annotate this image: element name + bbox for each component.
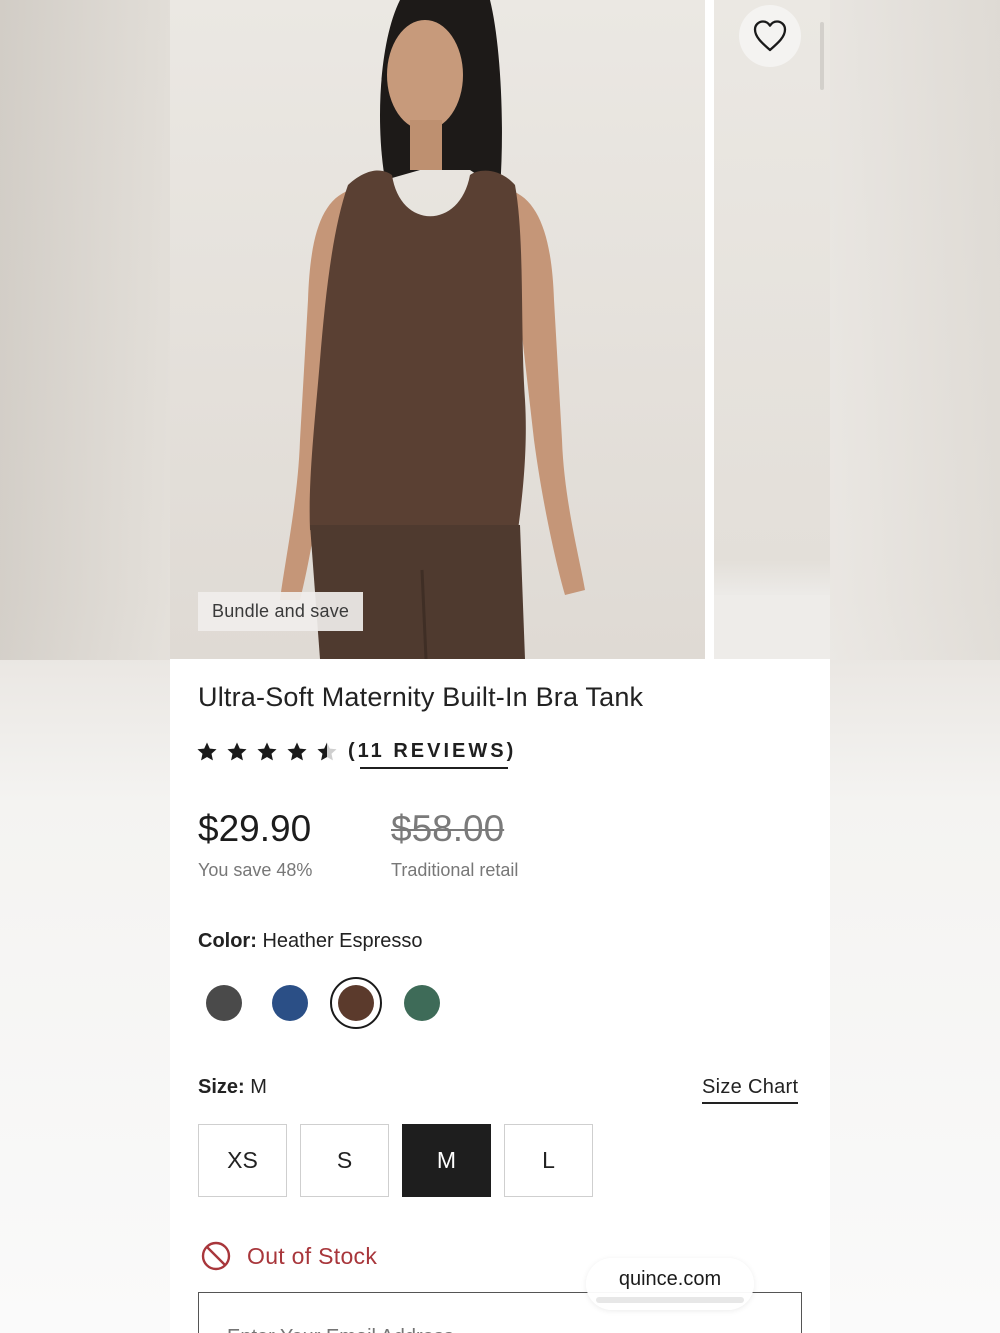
color-label-key: Color: bbox=[198, 930, 257, 952]
original-price: $58.00 bbox=[391, 808, 505, 849]
reviews-underline bbox=[360, 767, 509, 769]
prohibited-icon bbox=[201, 1241, 231, 1271]
rating-row[interactable]: (11 REVIEWS) bbox=[196, 740, 517, 769]
current-price: $29.90 bbox=[198, 808, 312, 849]
size-value: M bbox=[250, 1076, 267, 1098]
color-label: Color: Heather Espresso bbox=[198, 930, 423, 953]
product-title: Ultra-Soft Maternity Built-In Bra Tank bbox=[198, 682, 644, 712]
size-label: Size: M bbox=[198, 1076, 267, 1099]
url-text: quince.com bbox=[618, 1267, 722, 1290]
product-image-main[interactable]: Bundle and save bbox=[170, 0, 705, 659]
size-label-key: Size: bbox=[198, 1076, 245, 1098]
original-price-label: Traditional retail bbox=[391, 860, 519, 880]
browser-url-bar[interactable]: quince.com bbox=[586, 1258, 754, 1310]
model-photo bbox=[170, 0, 705, 659]
color-value: Heather Espresso bbox=[262, 930, 423, 952]
product-page: Bundle and save Ultra-Soft Maternity Bui… bbox=[170, 0, 830, 1333]
color-swatch-charcoal[interactable] bbox=[206, 985, 242, 1021]
background-right bbox=[830, 0, 1000, 660]
size-chart-link[interactable]: Size Chart bbox=[702, 1076, 799, 1104]
product-image-next[interactable] bbox=[714, 0, 830, 659]
stock-status-text: Out of Stock bbox=[247, 1242, 378, 1269]
home-indicator bbox=[596, 1296, 744, 1303]
star-full-icon bbox=[287, 742, 307, 760]
color-swatch-espresso[interactable] bbox=[338, 985, 374, 1021]
savings-text: You save 48% bbox=[198, 860, 313, 880]
image-floor bbox=[714, 595, 830, 659]
reviews-link[interactable]: (11 REVIEWS) bbox=[348, 740, 517, 769]
bundle-badge: Bundle and save bbox=[198, 592, 364, 631]
reviews-label: (11 REVIEWS) bbox=[348, 740, 517, 762]
star-full-icon bbox=[257, 742, 277, 760]
star-full-icon bbox=[197, 742, 217, 760]
size-button-m[interactable]: M bbox=[402, 1124, 491, 1197]
color-swatch-green[interactable] bbox=[404, 985, 440, 1021]
rating-stars bbox=[196, 741, 338, 763]
background-left bbox=[0, 0, 170, 660]
color-swatch-navy[interactable] bbox=[272, 985, 308, 1021]
scroll-indicator bbox=[820, 22, 824, 90]
star-half-icon bbox=[317, 742, 337, 760]
stock-status: Out of Stock bbox=[200, 1240, 377, 1272]
size-button-s[interactable]: S bbox=[300, 1124, 389, 1197]
image-gallery[interactable]: Bundle and save bbox=[170, 0, 830, 659]
size-button-l[interactable]: L bbox=[504, 1124, 593, 1197]
size-button-xs[interactable]: XS bbox=[198, 1124, 287, 1197]
star-full-icon bbox=[227, 742, 247, 760]
heart-icon bbox=[753, 20, 787, 52]
favorite-button[interactable] bbox=[739, 5, 801, 67]
